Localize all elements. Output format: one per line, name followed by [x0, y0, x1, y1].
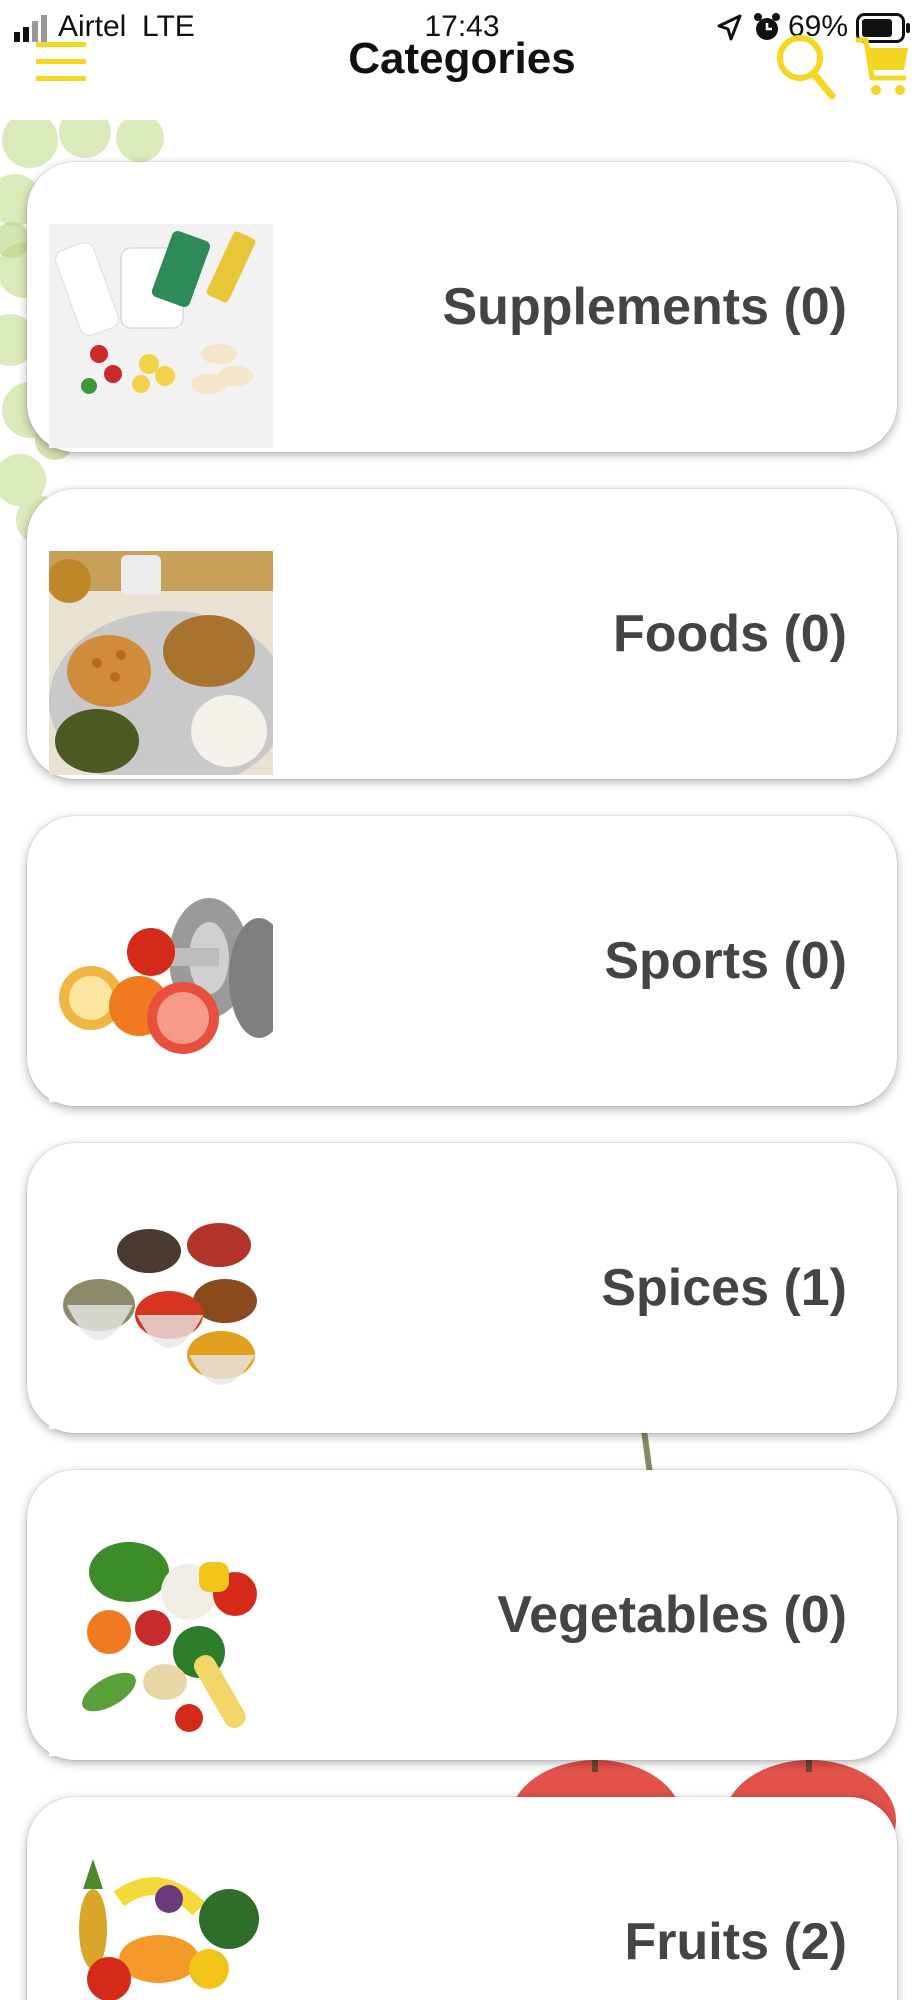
category-label: Foods (0) [613, 605, 847, 663]
category-label: Sports (0) [604, 932, 847, 990]
category-label: Fruits (2) [624, 1913, 847, 1971]
category-card-vegetables[interactable]: Vegetables (0) [27, 1470, 897, 1760]
category-card-foods[interactable]: Foods (0) [27, 489, 897, 779]
category-card-spices[interactable]: Spices (1) [27, 1143, 897, 1433]
category-card-supplements[interactable]: Supplements (0) [27, 162, 897, 452]
category-label: Vegetables (0) [497, 1586, 847, 1644]
category-label: Supplements (0) [442, 278, 848, 336]
fruits-image [49, 1859, 273, 2000]
categories-screen: Airtel LTE 17:43 69% Categories Suppleme… [0, 0, 924, 2000]
supplements-image [49, 224, 273, 448]
category-label: Spices (1) [601, 1259, 847, 1317]
cart-icon[interactable] [852, 34, 912, 100]
vegetables-image [49, 1532, 273, 1756]
search-icon[interactable] [774, 30, 836, 102]
spices-image [49, 1205, 273, 1429]
category-card-sports[interactable]: Sports (0) [27, 816, 897, 1106]
sports-image [49, 878, 273, 1102]
category-card-fruits[interactable]: Fruits (2) [27, 1797, 897, 2000]
foods-image [49, 551, 273, 775]
